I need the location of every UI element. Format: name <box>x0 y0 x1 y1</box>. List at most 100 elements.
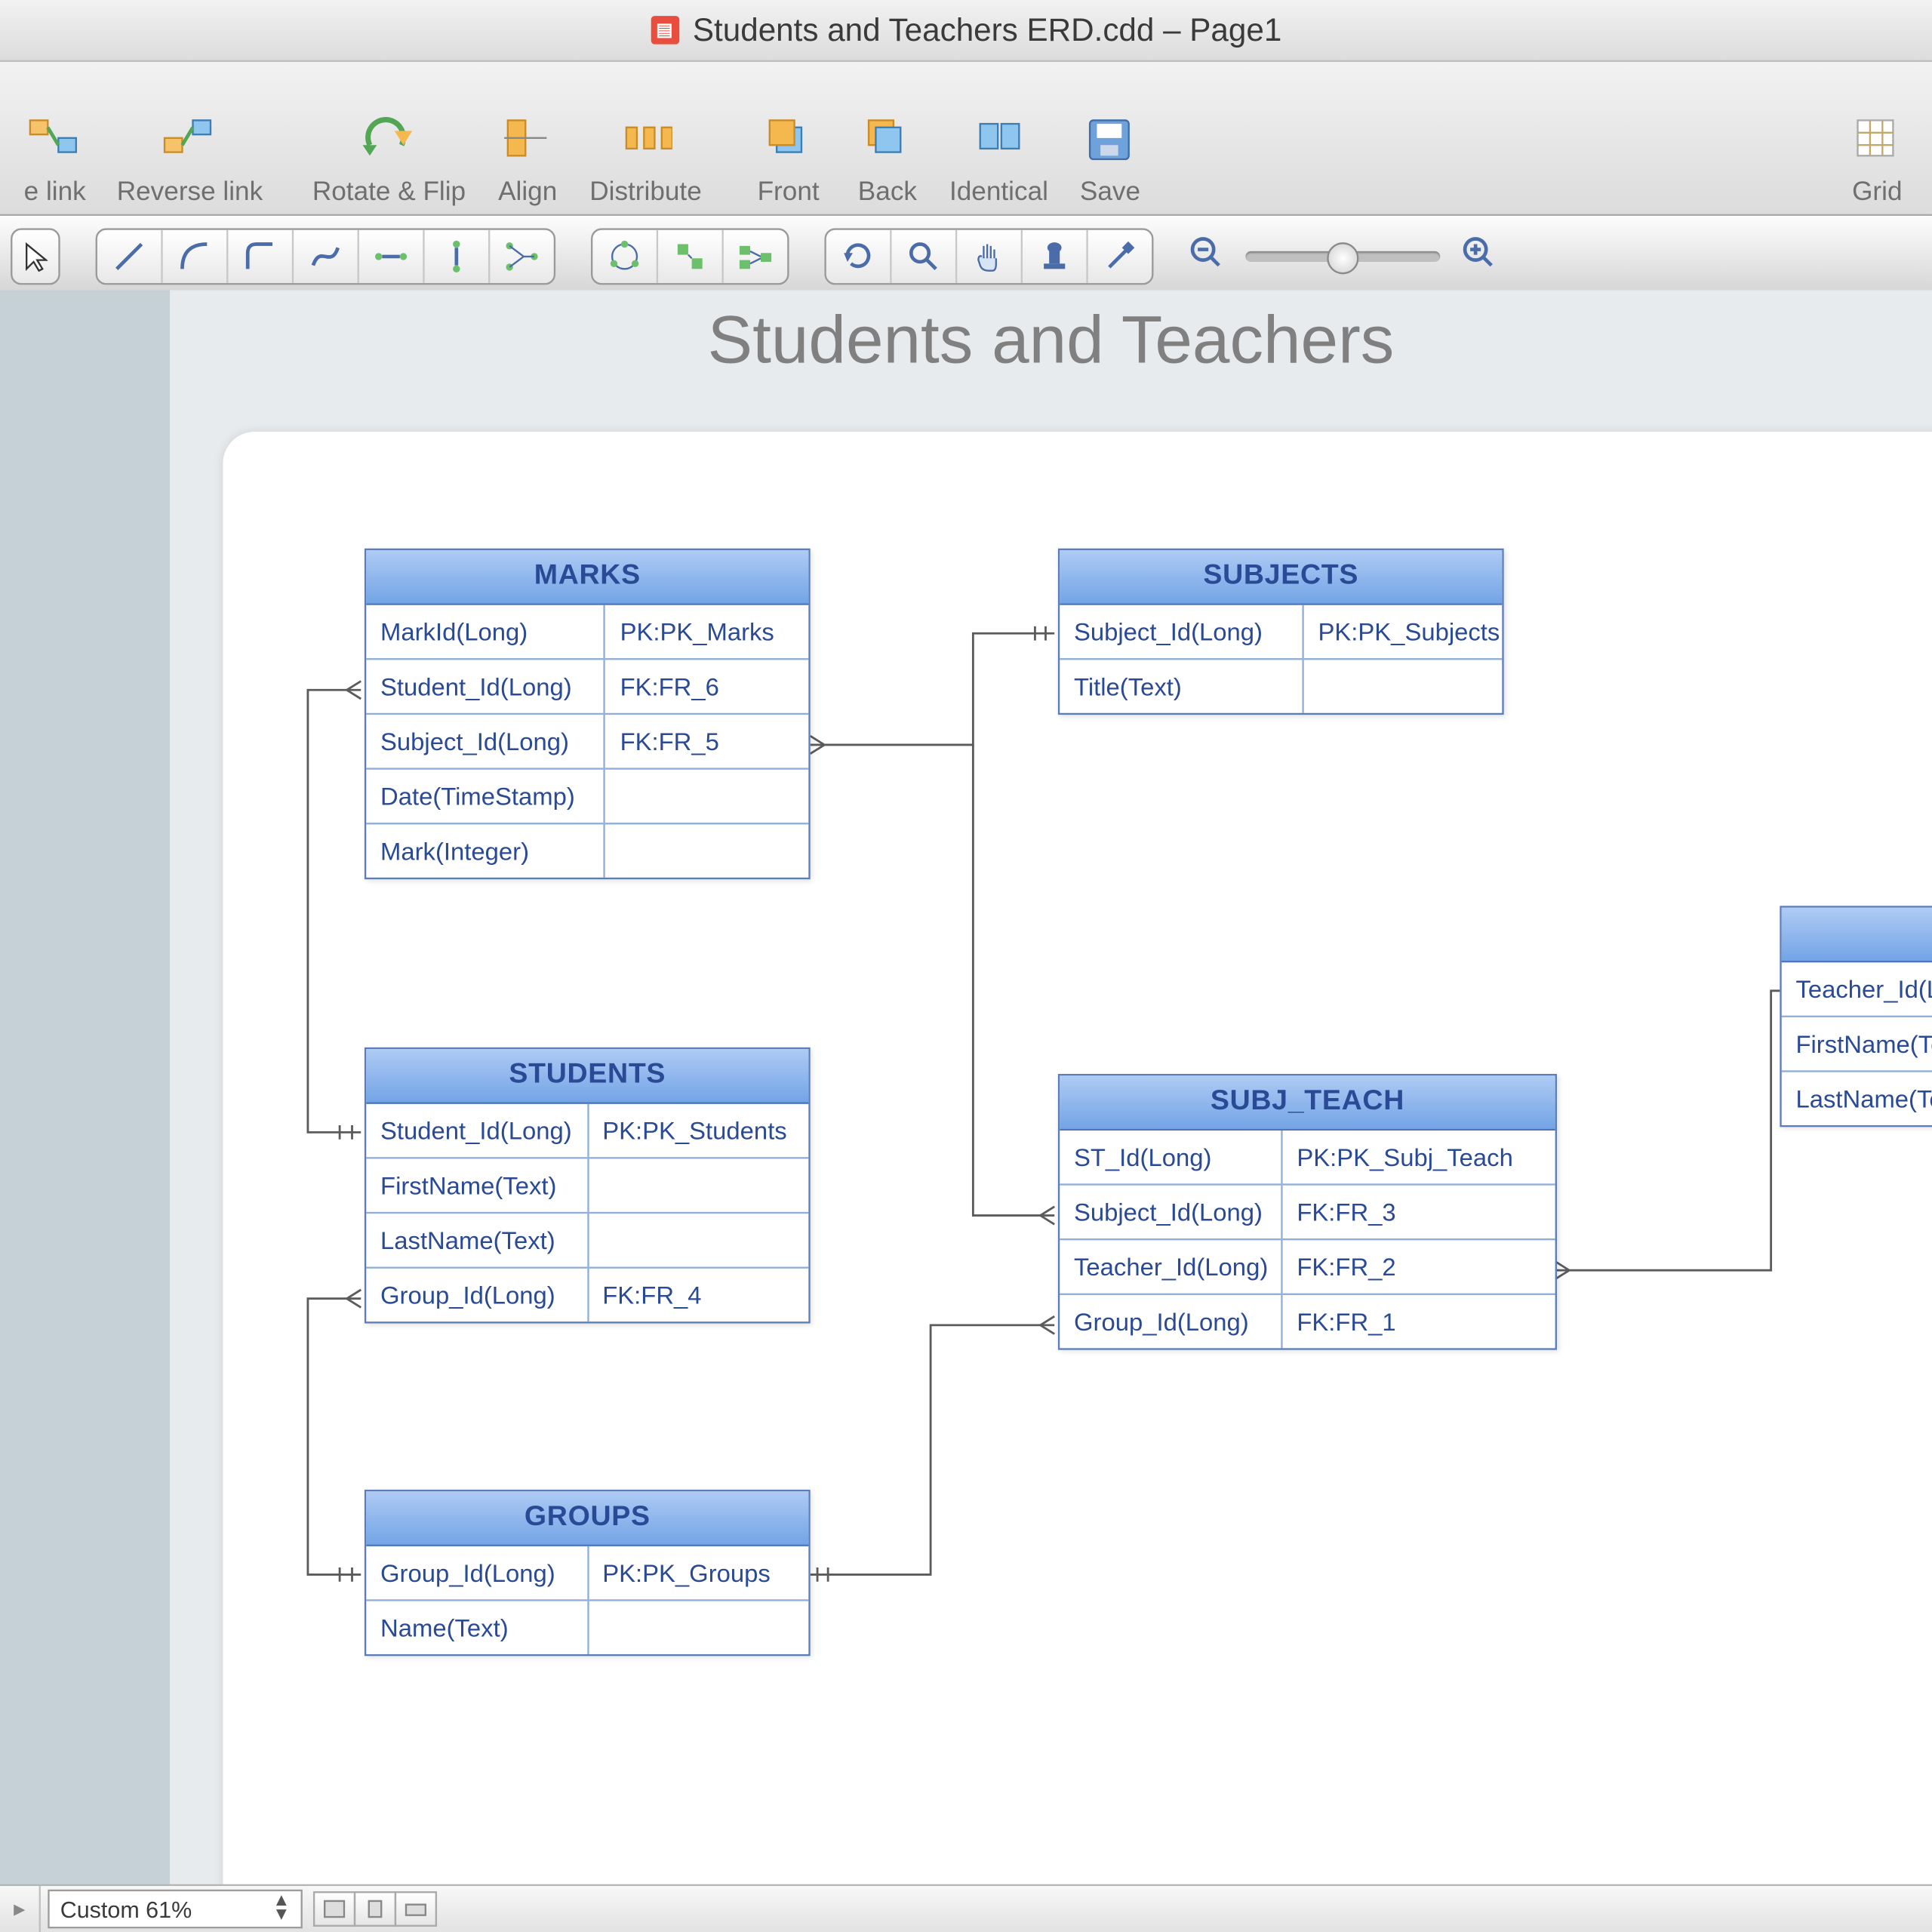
front-label: Front <box>758 177 820 207</box>
table-cell: Group_Id(Long) <box>1060 1295 1281 1348</box>
reverse-link-button[interactable]: Reverse link <box>117 106 263 208</box>
rotate-flip-label: Rotate & Flip <box>312 177 466 207</box>
tool-palette-bar <box>0 216 1932 299</box>
distribute-button[interactable]: Distribute <box>589 106 702 208</box>
auto-layout-3[interactable] <box>724 230 787 283</box>
line-tool[interactable] <box>97 230 163 283</box>
view-mode-2[interactable] <box>354 1891 396 1927</box>
table-cell: Subject_Id(Long) <box>1060 1186 1281 1241</box>
bring-front-icon <box>756 106 820 170</box>
table-students[interactable]: STUDENTS Student_Id(Long) FirstName(Text… <box>365 1048 811 1324</box>
reverse-link-label: Reverse link <box>117 177 263 207</box>
table-subj-teach[interactable]: SUBJ_TEACH ST_Id(Long) Subject_Id(Long) … <box>1058 1074 1557 1350</box>
zoom-out-icon[interactable] <box>1189 235 1224 279</box>
table-cell: Group_Id(Long) <box>366 1269 586 1321</box>
identical-icon <box>967 106 1030 170</box>
table-cell <box>1304 660 1503 712</box>
titlebar: ▤ Students and Teachers ERD.cdd – Page1 <box>0 0 1932 62</box>
zoom-slider-thumb[interactable] <box>1327 242 1358 274</box>
table-cell: Teacher_Id(Long) <box>1060 1240 1281 1295</box>
zoom-in-icon[interactable] <box>1461 235 1497 279</box>
table-cell: Subject_Id(Long) <box>366 715 604 770</box>
table-cell: LastName(Te <box>1782 1072 1932 1125</box>
link-button[interactable]: e link <box>17 106 91 208</box>
table-cell <box>588 1159 808 1214</box>
main-toolbar: e link Reverse link Rotate & Flip <box>0 62 1932 216</box>
table-teachers-header: T <box>1782 908 1932 963</box>
statusbar-nav[interactable]: ▸ <box>0 1886 41 1932</box>
pointer-tool[interactable] <box>12 230 58 283</box>
multi-connect-tool[interactable] <box>490 230 553 283</box>
elbow-tool[interactable] <box>228 230 294 283</box>
canvas-margin <box>0 290 170 1886</box>
save-button[interactable]: Save <box>1073 106 1147 208</box>
grid-icon <box>1845 106 1909 170</box>
auto-layout-2[interactable] <box>658 230 724 283</box>
save-icon <box>1078 106 1142 170</box>
back-button[interactable]: Back <box>851 106 924 208</box>
table-cell: PK:PK_Marks <box>606 605 809 660</box>
front-button[interactable]: Front <box>751 106 825 208</box>
reverse-link-icon <box>158 106 221 170</box>
stamp-tool[interactable] <box>1023 230 1088 283</box>
rotate-flip-button[interactable]: Rotate & Flip <box>312 106 466 208</box>
zoom-tool[interactable] <box>892 230 958 283</box>
table-cell: FirstName(Te <box>1782 1017 1932 1072</box>
hconnect-tool[interactable] <box>359 230 425 283</box>
link-icon <box>23 106 86 170</box>
vconnect-tool[interactable] <box>425 230 491 283</box>
rotate-icon <box>357 106 420 170</box>
table-cell: ST_Id(Long) <box>1060 1131 1281 1186</box>
table-subjects[interactable]: SUBJECTS Subject_Id(Long) Title(Text) PK… <box>1058 549 1504 715</box>
table-cell: FK:FR_3 <box>1283 1186 1555 1241</box>
table-teachers[interactable]: T Teacher_Id(L FirstName(Te LastName(Te <box>1780 906 1932 1127</box>
save-label: Save <box>1080 177 1140 207</box>
table-subj-teach-header: SUBJ_TEACH <box>1060 1075 1555 1131</box>
view-mode-3[interactable] <box>395 1891 437 1927</box>
layout-palette <box>591 228 789 285</box>
grid-button[interactable]: Grid <box>1840 106 1914 208</box>
view-mode-1[interactable] <box>313 1891 355 1927</box>
align-icon <box>496 106 559 170</box>
selection-palette <box>11 228 60 285</box>
table-cell: PK:PK_Subj_Teach <box>1283 1131 1555 1186</box>
table-cell: Teacher_Id(L <box>1782 962 1932 1017</box>
identical-button[interactable]: Identical <box>949 106 1048 208</box>
table-cell: Student_Id(Long) <box>366 660 604 715</box>
identical-label: Identical <box>949 177 1048 207</box>
arc-tool[interactable] <box>163 230 229 283</box>
table-cell: PK:PK_Groups <box>588 1546 808 1601</box>
spline-tool[interactable] <box>294 230 359 283</box>
table-cell: Date(TimeStamp) <box>366 770 604 825</box>
zoom-level-label: Custom 61% <box>60 1896 192 1922</box>
window-title: Students and Teachers ERD.cdd – Page1 <box>693 11 1281 48</box>
zoom-level-select[interactable]: Custom 61% ▲▼ <box>48 1890 303 1929</box>
table-cell: FK:FR_1 <box>1283 1295 1555 1348</box>
view-mode-switch <box>313 1891 435 1927</box>
back-label: Back <box>858 177 917 207</box>
document-icon: ▤ <box>651 16 679 45</box>
table-cell: Mark(Integer) <box>366 824 604 877</box>
table-marks[interactable]: MARKS MarkId(Long) Student_Id(Long) Subj… <box>365 549 811 879</box>
auto-layout-1[interactable] <box>592 230 658 283</box>
table-cell: PK:PK_Subjects <box>1304 605 1503 660</box>
eyedropper-tool[interactable] <box>1088 230 1152 283</box>
table-cell: Name(Text) <box>366 1601 586 1654</box>
zoom-controls <box>1189 235 1497 279</box>
stepper-icon[interactable]: ▲▼ <box>272 1895 290 1924</box>
pan-tool[interactable] <box>957 230 1023 283</box>
refresh-tool[interactable] <box>826 230 892 283</box>
table-cell: FK:FR_6 <box>606 660 809 715</box>
canvas[interactable]: Students and Teachers <box>0 290 1932 1886</box>
table-cell: Title(Text) <box>1060 660 1302 712</box>
table-cell: FK:FR_5 <box>606 715 809 770</box>
table-cell: PK:PK_Students <box>588 1104 808 1159</box>
table-cell <box>606 824 809 877</box>
zoom-slider[interactable] <box>1245 251 1440 262</box>
align-button[interactable]: Align <box>491 106 565 208</box>
view-palette <box>824 228 1153 285</box>
grid-label: Grid <box>1852 177 1902 207</box>
table-students-header: STUDENTS <box>366 1049 808 1104</box>
table-cell: FirstName(Text) <box>366 1159 586 1214</box>
table-groups[interactable]: GROUPS Group_Id(Long) Name(Text) PK:PK_G… <box>365 1490 811 1656</box>
